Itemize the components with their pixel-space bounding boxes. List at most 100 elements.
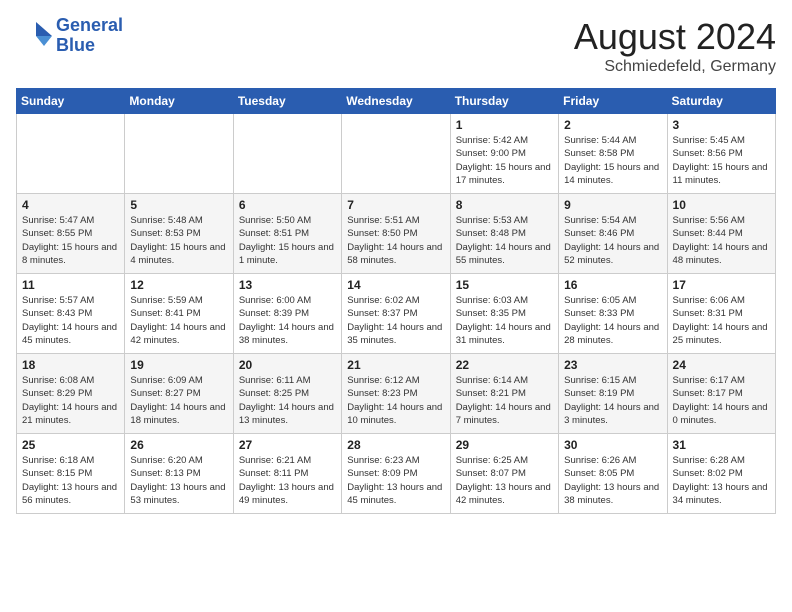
logo-icon [16,18,52,54]
day-number: 1 [456,118,553,132]
calendar-cell: 26Sunrise: 6:20 AM Sunset: 8:13 PM Dayli… [125,434,233,514]
weekday-header-friday: Friday [559,89,667,114]
cell-info: Sunrise: 6:14 AM Sunset: 8:21 PM Dayligh… [456,374,553,427]
cell-info: Sunrise: 6:06 AM Sunset: 8:31 PM Dayligh… [673,294,770,347]
calendar-cell: 2 Sunrise: 5:44 AM Sunset: 8:58 PM Daylig… [559,114,667,194]
day-number: 2 [564,118,661,132]
day-number: 20 [239,358,336,372]
logo-line1: General [56,16,123,36]
cell-info: Sunrise: 6:15 AM Sunset: 8:19 PM Dayligh… [564,374,661,427]
day-number: 12 [130,278,227,292]
weekday-header-thursday: Thursday [450,89,558,114]
calendar-week-row: 25Sunrise: 6:18 AM Sunset: 8:15 PM Dayli… [17,434,776,514]
day-number: 22 [456,358,553,372]
calendar-cell: 7Sunrise: 5:51 AM Sunset: 8:50 PM Daylig… [342,194,450,274]
day-number: 21 [347,358,444,372]
cell-info: Sunrise: 6:26 AM Sunset: 8:05 PM Dayligh… [564,454,661,507]
day-number: 14 [347,278,444,292]
calendar-cell: 12 Sunrise: 5:59 AM Sunset: 8:41 PM Dayli… [125,274,233,354]
day-number: 15 [456,278,553,292]
calendar-cell [17,114,125,194]
cell-info: Sunrise: 5:53 AM Sunset: 8:48 PM Dayligh… [456,214,553,267]
page-header: General Blue August 2024 Schmiedefeld, G… [16,16,776,76]
cell-info: Sunrise: 6:03 AM Sunset: 8:35 PM Dayligh… [456,294,553,347]
calendar-cell: 3 Sunrise: 5:45 AM Sunset: 8:56 PM Daylig… [667,114,775,194]
cell-info: Sunrise: 6:23 AM Sunset: 8:09 PM Dayligh… [347,454,444,507]
calendar-cell: 1 Sunrise: 5:42 AM Sunset: 9:00 PM Daylig… [450,114,558,194]
cell-info: Sunrise: 5:44 AM Sunset: 8:58 PM Dayligh… [564,134,661,187]
weekday-header-tuesday: Tuesday [233,89,341,114]
day-number: 30 [564,438,661,452]
location: Schmiedefeld, Germany [574,58,776,76]
cell-info: Sunrise: 5:59 AM Sunset: 8:41 PM Dayligh… [130,294,227,347]
cell-info: Sunrise: 6:05 AM Sunset: 8:33 PM Dayligh… [564,294,661,347]
calendar-cell: 4 Sunrise: 5:47 AM Sunset: 8:55 PM Daylig… [17,194,125,274]
day-number: 18 [22,358,119,372]
cell-info: Sunrise: 5:54 AM Sunset: 8:46 PM Dayligh… [564,214,661,267]
cell-info: Sunrise: 5:50 AM Sunset: 8:51 PM Dayligh… [239,214,336,267]
cell-info: Sunrise: 5:42 AM Sunset: 9:00 PM Dayligh… [456,134,553,187]
calendar-week-row: 4 Sunrise: 5:47 AM Sunset: 8:55 PM Daylig… [17,194,776,274]
cell-info: Sunrise: 6:21 AM Sunset: 8:11 PM Dayligh… [239,454,336,507]
cell-info: Sunrise: 6:09 AM Sunset: 8:27 PM Dayligh… [130,374,227,427]
day-number: 29 [456,438,553,452]
day-number: 10 [673,198,770,212]
calendar-cell: 9 Sunrise: 5:54 AM Sunset: 8:46 PM Daylig… [559,194,667,274]
cell-info: Sunrise: 6:11 AM Sunset: 8:25 PM Dayligh… [239,374,336,427]
calendar-cell: 6Sunrise: 5:50 AM Sunset: 8:51 PM Daylig… [233,194,341,274]
weekday-header-saturday: Saturday [667,89,775,114]
calendar-cell: 16 Sunrise: 6:05 AM Sunset: 8:33 PM Dayli… [559,274,667,354]
calendar-cell: 25Sunrise: 6:18 AM Sunset: 8:15 PM Dayli… [17,434,125,514]
logo-line2: Blue [56,36,123,56]
day-number: 9 [564,198,661,212]
day-number: 3 [673,118,770,132]
calendar-cell: 21Sunrise: 6:12 AM Sunset: 8:23 PM Dayli… [342,354,450,434]
day-number: 26 [130,438,227,452]
calendar-cell: 11Sunrise: 5:57 AM Sunset: 8:43 PM Dayli… [17,274,125,354]
calendar-table: SundayMondayTuesdayWednesdayThursdayFrid… [16,88,776,514]
day-number: 23 [564,358,661,372]
calendar-cell [342,114,450,194]
calendar-cell: 29 Sunrise: 6:25 AM Sunset: 8:07 PM Dayli… [450,434,558,514]
cell-info: Sunrise: 5:57 AM Sunset: 8:43 PM Dayligh… [22,294,119,347]
calendar-cell: 18 Sunrise: 6:08 AM Sunset: 8:29 PM Dayli… [17,354,125,434]
day-number: 8 [456,198,553,212]
calendar-cell: 5 Sunrise: 5:48 AM Sunset: 8:53 PM Daylig… [125,194,233,274]
calendar-cell [233,114,341,194]
day-number: 13 [239,278,336,292]
day-number: 27 [239,438,336,452]
calendar-cell: 17Sunrise: 6:06 AM Sunset: 8:31 PM Dayli… [667,274,775,354]
weekday-header-sunday: Sunday [17,89,125,114]
calendar-week-row: 18 Sunrise: 6:08 AM Sunset: 8:29 PM Dayli… [17,354,776,434]
day-number: 16 [564,278,661,292]
calendar-week-row: 1 Sunrise: 5:42 AM Sunset: 9:00 PM Daylig… [17,114,776,194]
calendar-cell: 24 Sunrise: 6:17 AM Sunset: 8:17 PM Dayli… [667,354,775,434]
calendar-cell: 23 Sunrise: 6:15 AM Sunset: 8:19 PM Dayli… [559,354,667,434]
calendar-cell: 20 Sunrise: 6:11 AM Sunset: 8:25 PM Dayli… [233,354,341,434]
calendar-week-row: 11Sunrise: 5:57 AM Sunset: 8:43 PM Dayli… [17,274,776,354]
logo-text: General Blue [56,16,123,56]
weekday-header-monday: Monday [125,89,233,114]
calendar-cell: 14Sunrise: 6:02 AM Sunset: 8:37 PM Dayli… [342,274,450,354]
day-number: 24 [673,358,770,372]
cell-info: Sunrise: 6:08 AM Sunset: 8:29 PM Dayligh… [22,374,119,427]
title-block: August 2024 Schmiedefeld, Germany [574,16,776,76]
day-number: 31 [673,438,770,452]
day-number: 28 [347,438,444,452]
logo: General Blue [16,16,123,56]
cell-info: Sunrise: 5:56 AM Sunset: 8:44 PM Dayligh… [673,214,770,267]
cell-info: Sunrise: 6:18 AM Sunset: 8:15 PM Dayligh… [22,454,119,507]
day-number: 4 [22,198,119,212]
cell-info: Sunrise: 5:48 AM Sunset: 8:53 PM Dayligh… [130,214,227,267]
day-number: 5 [130,198,227,212]
calendar-cell [125,114,233,194]
calendar-header-row: SundayMondayTuesdayWednesdayThursdayFrid… [17,89,776,114]
calendar-cell: 30 Sunrise: 6:26 AM Sunset: 8:05 PM Dayli… [559,434,667,514]
calendar-cell: 15 Sunrise: 6:03 AM Sunset: 8:35 PM Dayli… [450,274,558,354]
day-number: 19 [130,358,227,372]
cell-info: Sunrise: 5:47 AM Sunset: 8:55 PM Dayligh… [22,214,119,267]
cell-info: Sunrise: 6:17 AM Sunset: 8:17 PM Dayligh… [673,374,770,427]
cell-info: Sunrise: 5:45 AM Sunset: 8:56 PM Dayligh… [673,134,770,187]
cell-info: Sunrise: 6:25 AM Sunset: 8:07 PM Dayligh… [456,454,553,507]
cell-info: Sunrise: 6:00 AM Sunset: 8:39 PM Dayligh… [239,294,336,347]
